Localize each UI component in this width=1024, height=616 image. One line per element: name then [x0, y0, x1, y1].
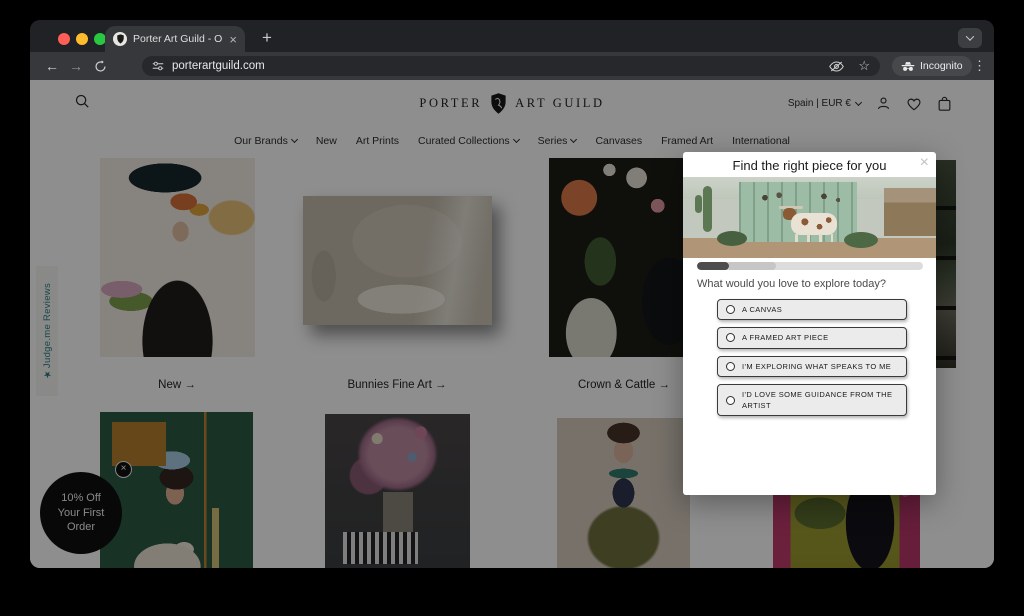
browser-toolbar: ← → porterartguild.com ☆	[30, 52, 994, 80]
incognito-badge: Incognito	[892, 56, 972, 76]
incognito-label: Incognito	[920, 60, 963, 72]
incognito-icon	[901, 61, 915, 72]
radio-icon	[726, 396, 735, 405]
window-close-button[interactable]	[58, 33, 70, 45]
tab-close-icon[interactable]: ×	[229, 33, 237, 46]
browser-window: Porter Art Guild - Original Exc × + ← → …	[30, 20, 994, 568]
modal-close-icon[interactable]: ×	[920, 155, 929, 171]
site-info-icon[interactable]	[152, 60, 164, 72]
address-bar[interactable]: porterartguild.com ☆	[142, 56, 880, 76]
quiz-options: A CANVAS A FRAMED ART PIECE I'M EXPLORIN…	[717, 299, 907, 416]
url-text: porterartguild.com	[172, 60, 265, 72]
quiz-question: What would you love to explore today?	[697, 278, 886, 290]
bookmark-star-icon[interactable]: ☆	[858, 58, 870, 74]
quiz-option-guidance[interactable]: I'D LOVE SOME GUIDANCE FROM THE ARTIST	[717, 384, 907, 417]
quiz-modal: Find the right piece for you ×	[683, 152, 936, 495]
browser-menu-icon[interactable]: ⋮	[973, 56, 986, 76]
quiz-modal-title: Find the right piece for you	[683, 158, 936, 173]
quiz-option-framed-art[interactable]: A FRAMED ART PIECE	[717, 327, 907, 348]
back-button[interactable]: ←	[40, 59, 64, 73]
reload-button[interactable]	[88, 60, 112, 73]
radio-icon	[726, 362, 735, 371]
page-viewport: PORTER ART GUILD Spain | EUR €	[30, 80, 994, 568]
quiz-progress-bar	[697, 262, 923, 270]
radio-icon	[726, 333, 735, 342]
tab-strip: Porter Art Guild - Original Exc × +	[30, 20, 994, 52]
forward-button[interactable]: →	[64, 59, 88, 73]
window-minimize-button[interactable]	[76, 33, 88, 45]
site-favicon-icon	[113, 32, 127, 46]
quiz-option-canvas[interactable]: A CANVAS	[717, 299, 907, 320]
quiz-hero-image	[683, 177, 936, 258]
browser-tab[interactable]: Porter Art Guild - Original Exc ×	[105, 26, 245, 52]
tab-search-button[interactable]	[958, 28, 982, 48]
quiz-option-exploring[interactable]: I'M EXPLORING WHAT SPEAKS TO ME	[717, 356, 907, 377]
quiz-progress-seg2	[729, 262, 776, 270]
quiz-progress-seg1	[697, 262, 729, 270]
new-tab-button[interactable]: +	[255, 26, 279, 50]
tab-title: Porter Art Guild - Original Exc	[133, 33, 223, 45]
eye-off-icon[interactable]	[829, 60, 844, 73]
radio-icon	[726, 305, 735, 314]
desktop-background: Porter Art Guild - Original Exc × + ← → …	[0, 0, 1024, 616]
chevron-down-icon	[966, 32, 974, 40]
